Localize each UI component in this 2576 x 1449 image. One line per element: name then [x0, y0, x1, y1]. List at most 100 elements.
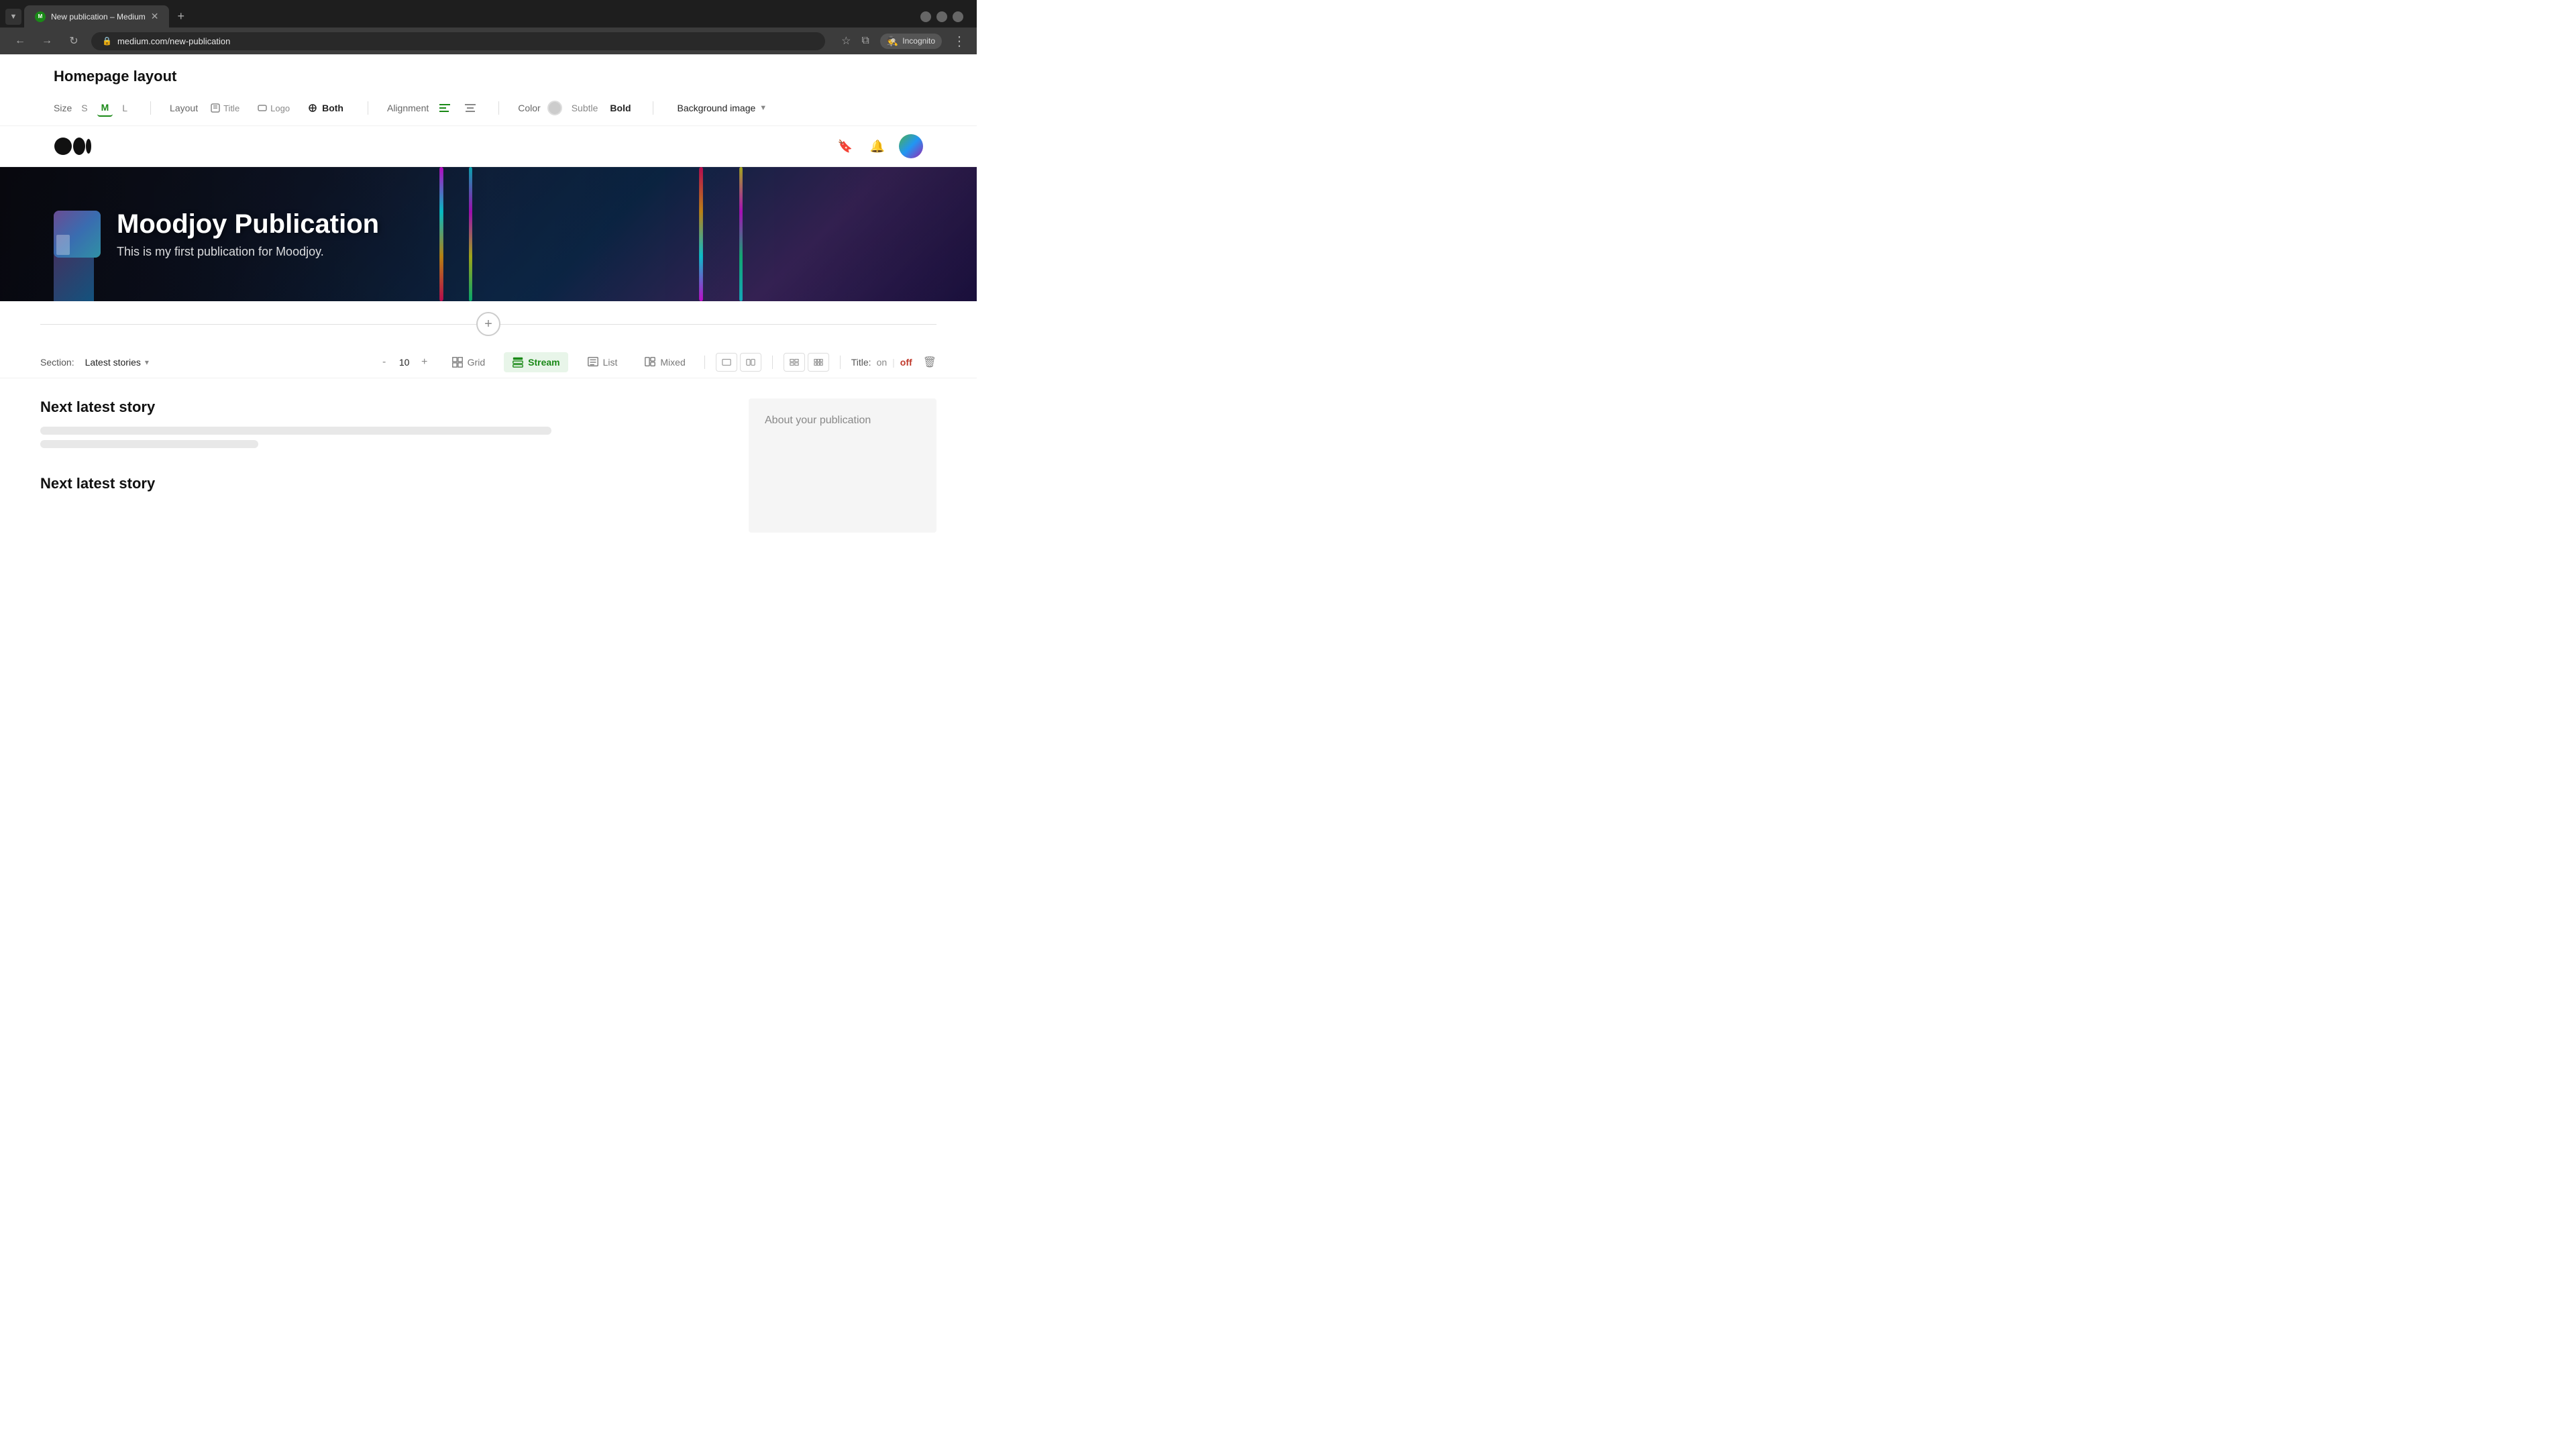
pub-hero-content: Moodjoy Publication This is my first pub… [54, 209, 379, 259]
window-minimize-button[interactable] [920, 11, 931, 22]
background-image-button[interactable]: Background image ▼ [672, 100, 773, 116]
layout-small-button[interactable] [716, 353, 737, 372]
layout-small-icon [722, 358, 731, 366]
story-card-1: Next latest story [40, 398, 722, 448]
story-line-short-1 [40, 440, 258, 448]
light-strip-2 [469, 167, 472, 301]
bold-button[interactable]: Bold [607, 100, 633, 116]
light-strip-4 [739, 167, 743, 301]
user-avatar[interactable] [899, 134, 923, 158]
publication-title: Moodjoy Publication [117, 209, 379, 239]
list-view-button[interactable]: List [579, 352, 626, 372]
background-image-label: Background image [678, 103, 756, 113]
story-heading-2: Next latest story [40, 475, 722, 492]
new-tab-button[interactable]: + [172, 7, 190, 26]
forward-button[interactable]: → [38, 32, 56, 50]
delete-section-button[interactable]: 🗑 [923, 356, 936, 369]
notification-icon[interactable]: 🔔 [867, 136, 888, 157]
list-label: List [603, 357, 618, 368]
count-plus-button[interactable]: + [417, 354, 433, 370]
bookmark-icon[interactable]: ☆ [841, 34, 851, 48]
align-left-icon [438, 101, 451, 115]
tab-group-button[interactable]: ▼ [5, 9, 21, 25]
size-group: Size S M L [54, 99, 131, 117]
medium-logo-svg [54, 137, 91, 156]
active-tab[interactable]: M New publication – Medium ✕ [24, 5, 169, 28]
address-input[interactable]: 🔒 medium.com/new-publication [91, 32, 825, 50]
section-name-select[interactable]: Latest stories ▾ [85, 357, 149, 368]
section-toolbar: Section: Latest stories ▾ - 10 + Grid St… [0, 347, 977, 378]
about-publication-label: About your publication [765, 415, 920, 427]
add-section-area: + [0, 301, 977, 347]
story-heading-1: Next latest story [40, 398, 722, 416]
stream-icon [512, 356, 524, 368]
subtle-button[interactable]: Subtle [569, 100, 601, 116]
tab-favicon: M [35, 11, 46, 22]
stream-view-button[interactable]: Stream [504, 352, 568, 372]
tab-title: New publication – Medium [51, 12, 146, 21]
color-group: Color Subtle Bold [518, 100, 633, 116]
window-close-button[interactable] [953, 11, 963, 22]
incognito-icon: 🕵 [887, 36, 898, 47]
chevron-down-icon: ▼ [759, 104, 767, 112]
divider-6 [772, 356, 773, 369]
mixed-icon [644, 356, 656, 368]
size-s-button[interactable]: S [77, 100, 91, 116]
incognito-badge[interactable]: 🕵 Incognito [880, 34, 942, 49]
logo-symbol [54, 137, 91, 156]
story-card-2: Next latest story [40, 475, 722, 492]
medium-header-preview: 🔖 🔔 [0, 126, 977, 167]
layout-size-group [716, 353, 761, 372]
size-label: Size [54, 103, 72, 113]
divider-1 [150, 101, 151, 115]
publication-hero: Moodjoy Publication This is my first pub… [0, 167, 977, 301]
grid-3-button[interactable] [808, 353, 829, 372]
layout-title-option[interactable]: Title [205, 100, 245, 116]
split-view-icon[interactable]: ⧉ [861, 35, 869, 47]
grid-3-icon [814, 358, 823, 366]
grid-icon [451, 356, 464, 368]
count-minus-button[interactable]: - [376, 354, 392, 370]
mixed-view-button[interactable]: Mixed [636, 352, 693, 372]
layout-both-option[interactable]: Both [302, 100, 349, 116]
layout-logo-option[interactable]: Logo [252, 100, 295, 116]
window-maximize-button[interactable] [936, 11, 947, 22]
section-name: Latest stories [85, 357, 141, 368]
browser-menu-button[interactable]: ⋮ [953, 33, 966, 50]
layout-title-label: Title [223, 103, 239, 113]
align-center-button[interactable] [461, 99, 480, 117]
section-chevron-icon: ▾ [145, 358, 149, 367]
bookmark-icon[interactable]: 🔖 [835, 136, 856, 157]
align-left-button[interactable] [435, 99, 454, 117]
grid-2-button[interactable] [784, 353, 805, 372]
layout-grid-group [784, 353, 829, 372]
address-text: medium.com/new-publication [117, 36, 230, 46]
tab-close-button[interactable]: ✕ [151, 11, 159, 22]
size-l-button[interactable]: L [118, 100, 131, 116]
pub-logo [54, 211, 101, 258]
back-button[interactable]: ← [11, 32, 30, 50]
count-control: - 10 + [376, 354, 433, 370]
count-value: 10 [398, 357, 411, 368]
alignment-label: Alignment [387, 103, 429, 113]
add-section-button[interactable]: + [476, 312, 500, 336]
layout-both-label: Both [322, 103, 343, 113]
list-icon [587, 356, 599, 368]
reload-button[interactable]: ↻ [64, 32, 83, 50]
content-area: Next latest story Next latest story Abou… [0, 378, 977, 553]
color-picker[interactable] [547, 101, 562, 115]
grid-2-icon [790, 358, 799, 366]
mixed-label: Mixed [660, 357, 685, 368]
size-m-button[interactable]: M [97, 99, 113, 117]
title-toggle-group: Title: on | off [851, 357, 912, 368]
divider-7 [840, 356, 841, 369]
sidebar-column: About your publication [749, 398, 936, 533]
title-off-button[interactable]: off [900, 357, 912, 368]
header-icons: 🔖 🔔 [835, 134, 923, 158]
grid-view-button[interactable]: Grid [443, 352, 493, 372]
title-on-button[interactable]: on [877, 357, 888, 368]
medium-logo [54, 137, 91, 156]
layout-logo-label: Logo [270, 103, 290, 113]
layout-large-button[interactable] [740, 353, 761, 372]
address-bar: ← → ↻ 🔒 medium.com/new-publication ☆ ⧉ 🕵… [0, 28, 977, 54]
